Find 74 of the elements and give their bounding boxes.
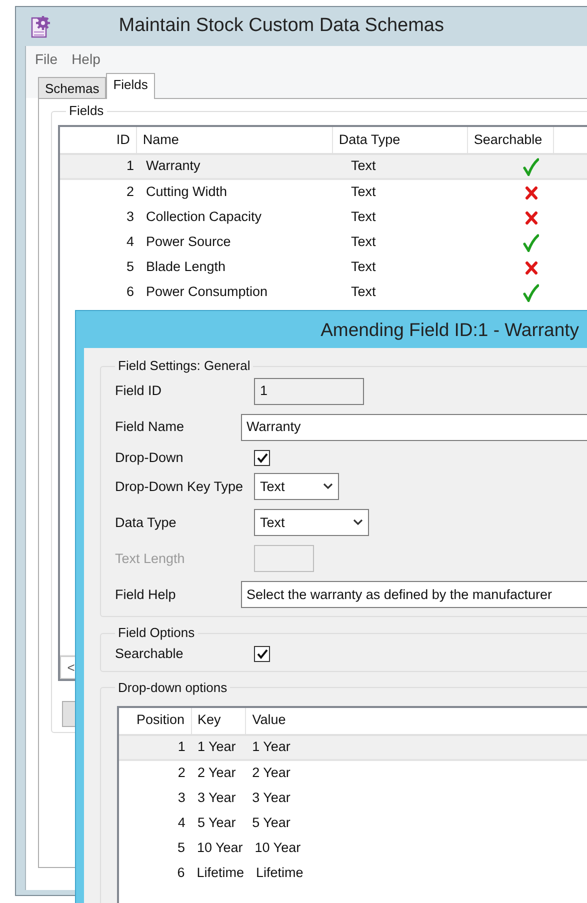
column-header[interactable]: Position bbox=[119, 708, 192, 734]
field-label: Drop-Down Key Type bbox=[115, 478, 244, 496]
field-label: Data Type bbox=[115, 514, 178, 532]
table-cell-text: 10 Year bbox=[254, 838, 301, 857]
column-header[interactable]: Value bbox=[246, 708, 587, 734]
table-cell-text: Lifetime bbox=[196, 864, 244, 882]
table-cell-text: Collection Capacity bbox=[146, 208, 262, 226]
dropdown[interactable]: Text bbox=[254, 473, 339, 500]
table-cell-text: Text bbox=[351, 208, 376, 226]
menu-item[interactable]: Help bbox=[72, 48, 100, 70]
column-header[interactable]: Key bbox=[192, 708, 246, 734]
table-cell-text: 1 bbox=[126, 157, 134, 176]
table-cell-text: 2 Year bbox=[252, 764, 290, 782]
field-label: Drop-Down bbox=[115, 449, 184, 467]
table-cell-text: 3 bbox=[178, 788, 186, 807]
app-gear-icon bbox=[30, 14, 52, 38]
field-label: Field Help bbox=[115, 586, 177, 604]
table-cell-text: Lifetime bbox=[256, 864, 304, 882]
column-header[interactable]: Name bbox=[136, 127, 333, 153]
table-cell-text: 2 bbox=[126, 183, 134, 202]
table-cell-text: 5 Year bbox=[252, 814, 290, 832]
table-cell-text: 5 Year bbox=[197, 814, 236, 832]
input-field[interactable]: Select the warranty as defined by the manufacturer bbox=[240, 581, 587, 608]
column-header[interactable]: ID bbox=[60, 127, 137, 153]
table-cell-text: 3 Year bbox=[252, 788, 290, 807]
checkbox[interactable] bbox=[254, 646, 270, 662]
field-label: Searchable bbox=[115, 645, 184, 664]
table-cell-text: 5 bbox=[177, 838, 185, 857]
checkbox[interactable] bbox=[254, 450, 270, 466]
table-cell-text: 3 bbox=[126, 208, 134, 226]
table-cell-text: 2 Year bbox=[197, 764, 236, 782]
field-label: Field ID bbox=[115, 382, 163, 400]
dialog-title: Amending Field ID:1 - Warranty bbox=[320, 318, 579, 342]
selected-row[interactable]: 1 Warranty Text bbox=[60, 155, 587, 180]
table-cell-text: 1 Year bbox=[252, 738, 290, 756]
table-cell-text: Blade Length bbox=[146, 258, 226, 276]
table-cell-text: 1 bbox=[178, 738, 186, 756]
group-title: Field Settings: General bbox=[117, 358, 252, 374]
group-title: Drop-down options bbox=[117, 680, 228, 696]
column-header[interactable]: Searchable bbox=[468, 127, 554, 153]
window-title: Maintain Stock Custom Data Schemas bbox=[118, 14, 444, 38]
group-title: Fields bbox=[68, 103, 105, 119]
table-cell-text: Power Source bbox=[146, 233, 231, 252]
table-cell-text: Cutting Width bbox=[146, 183, 228, 202]
table-cell-text: Warranty bbox=[146, 157, 200, 176]
table-cell-text: Power Consumption bbox=[146, 283, 268, 302]
table-cell-text: 1 Year bbox=[197, 738, 236, 756]
table-cell-text: 2 bbox=[178, 764, 186, 782]
chevron-down-icon bbox=[323, 483, 333, 490]
dropdown[interactable]: Text bbox=[254, 509, 369, 536]
table-cell-text: 6 bbox=[177, 864, 185, 882]
field-label: Field Name bbox=[115, 418, 186, 436]
table-cell-text: Text bbox=[351, 157, 376, 176]
column-header[interactable]: Data Type bbox=[332, 127, 468, 153]
table-cell-text: Text bbox=[351, 183, 376, 202]
input-field[interactable]: Warranty bbox=[240, 414, 587, 441]
group-title: Field Options bbox=[117, 625, 196, 642]
selected-row[interactable]: 1 1 Year 1 Year bbox=[119, 736, 587, 760]
chevron-down-icon bbox=[353, 519, 363, 526]
menu-item[interactable]: File bbox=[35, 48, 58, 70]
table-cell-text: Text bbox=[351, 233, 376, 252]
field-label: Text Length bbox=[115, 550, 186, 568]
table-cell-text: Text bbox=[351, 258, 376, 276]
table-cell-text: 4 bbox=[178, 814, 186, 832]
table-cell-text: 6 bbox=[126, 283, 134, 302]
tab[interactable]: Fields bbox=[106, 73, 155, 99]
table-cell-text: 4 bbox=[126, 233, 134, 252]
table-cell-text: 3 Year bbox=[197, 788, 236, 807]
input-field[interactable] bbox=[254, 545, 314, 572]
table-cell-text: 5 bbox=[126, 258, 134, 276]
table-cell-text: Text bbox=[351, 283, 376, 302]
input-field[interactable]: 1 bbox=[254, 378, 364, 405]
table-cell-text: 10 Year bbox=[196, 838, 243, 857]
tab[interactable]: Schemas bbox=[38, 77, 106, 98]
